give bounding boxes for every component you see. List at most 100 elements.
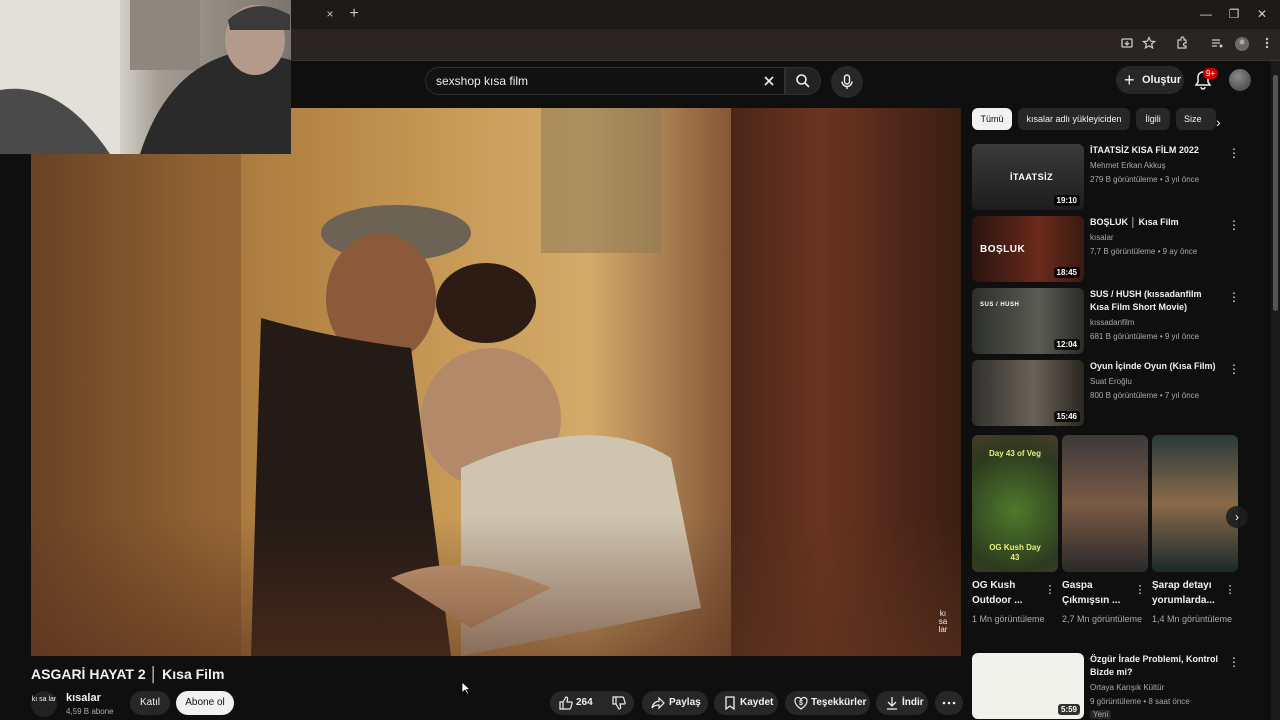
list-item[interactable]: 5:59 Özgür İrade Problemi, Kontrol Bizde… (972, 653, 1242, 719)
create-button[interactable]: + Oluştur (1116, 66, 1184, 94)
thanks-button[interactable]: $ Teşekkürler (785, 691, 870, 715)
channel-name[interactable]: kısalar (66, 692, 101, 704)
clear-search-icon[interactable] (760, 72, 778, 90)
maximize-icon[interactable]: ❐ (1224, 6, 1244, 22)
chip-for-you[interactable]: Size (1176, 108, 1216, 130)
short-title[interactable]: Gaspa Çıkmışsın ... (1062, 578, 1134, 608)
more-icon[interactable]: ⋮ (1044, 583, 1056, 596)
new-badge: Yeni (1090, 710, 1112, 719)
short-overlay-bottom: OG Kush Day 43 (989, 543, 1041, 562)
chevron-right-icon[interactable]: › (1226, 506, 1248, 528)
share-button[interactable]: Paylaş (642, 691, 708, 715)
tab-close-icon[interactable]: × (322, 6, 338, 22)
scrollbar-thumb[interactable] (1273, 75, 1278, 311)
browser-menu-icon[interactable] (1258, 36, 1276, 54)
webcam-person (0, 0, 291, 154)
list-item[interactable]: BOŞLUK 18:45 BOŞLUK │ Kısa Film kısalar … (972, 216, 1242, 282)
short-item[interactable]: Day 43 of Veg OG Kush Day 43 OG Kush Out… (972, 435, 1058, 624)
webcam-overlay (0, 0, 291, 154)
bookmark-star-icon[interactable] (1140, 36, 1158, 54)
video-title[interactable]: Özgür İrade Problemi, Kontrol Bizde mi? (1090, 653, 1222, 679)
channel-name[interactable]: Suat Eroğlu (1090, 377, 1132, 386)
download-button[interactable]: İndir (876, 691, 928, 715)
short-title[interactable]: Şarap detayı yorumlarda... (1152, 578, 1224, 608)
more-icon[interactable]: ⋮ (1228, 362, 1240, 376)
window-close-icon[interactable]: ✕ (1252, 6, 1272, 22)
more-icon[interactable]: ⋮ (1224, 583, 1236, 596)
save-button[interactable]: Kaydet (714, 691, 778, 715)
search-button[interactable] (785, 67, 821, 95)
save-label: Kaydet (740, 697, 774, 708)
video-thumbnail[interactable]: 15:46 (972, 360, 1084, 426)
short-title[interactable]: OG Kush Outdoor ... (972, 578, 1044, 608)
avatar[interactable] (1229, 69, 1251, 91)
create-label: Oluştur (1142, 74, 1182, 86)
list-item[interactable]: SUS / HUSH 12:04 SUS / HUSH (kıssadanfil… (972, 288, 1242, 354)
video-player[interactable]: kı sa lar (31, 108, 961, 656)
thanks-label: Teşekkürler (811, 697, 867, 708)
video-thumbnail[interactable]: İTAATSİZ 19:10 (972, 144, 1084, 210)
video-stats: 279 B görüntüleme • 3 yıl önce (1090, 175, 1200, 184)
more-icon[interactable]: ⋮ (1228, 146, 1240, 160)
video-thumbnail[interactable]: BOŞLUK 18:45 (972, 216, 1084, 282)
short-thumbnail[interactable] (1062, 435, 1148, 572)
voice-search-button[interactable] (831, 66, 863, 98)
duration-badge: 15:46 (1053, 411, 1080, 422)
join-button[interactable]: Katıl (130, 691, 170, 715)
shorts-shelf: Day 43 of Veg OG Kush Day 43 OG Kush Out… (972, 435, 1240, 640)
scrollbar[interactable] (1271, 61, 1280, 720)
new-tab-icon[interactable]: + (345, 5, 363, 23)
channel-name[interactable]: kısalar (1090, 233, 1114, 242)
notification-badge: 9+ (1203, 68, 1219, 79)
channel-name[interactable]: Mehmet Erkan Akkuş (1090, 161, 1166, 170)
filter-chips: Tümü kısalar adlı yükleyiciden İlgili Si… (972, 108, 1240, 130)
short-views: 2,7 Mn görüntüleme (1062, 614, 1143, 624)
video-title[interactable]: BOŞLUK │ Kısa Film (1090, 216, 1222, 229)
short-thumbnail[interactable] (1152, 435, 1238, 572)
minimize-icon[interactable]: — (1196, 6, 1216, 22)
dislike-button[interactable] (606, 691, 634, 715)
list-item[interactable]: İTAATSİZ 19:10 İTAATSİZ KISA FİLM 2022 M… (972, 144, 1242, 210)
media-controls-icon[interactable] (1208, 36, 1226, 54)
extensions-icon[interactable] (1173, 36, 1191, 54)
channel-name[interactable]: kıssadanfilm (1090, 318, 1134, 327)
video-watermark: kı sa lar (938, 609, 948, 634)
more-icon[interactable]: ⋮ (1134, 583, 1146, 596)
video-stats: 681 B görüntüleme • 9 yıl önce (1090, 332, 1200, 341)
mic-icon (841, 74, 853, 89)
short-item[interactable]: Şarap detayı yorumlarda... ⋮ 1,4 Mn görü… (1152, 435, 1238, 624)
chip-all[interactable]: Tümü (972, 108, 1012, 130)
more-icon[interactable]: ⋮ (1228, 655, 1240, 669)
chip-from-uploader[interactable]: kısalar adlı yükleyiciden (1018, 108, 1130, 130)
video-title[interactable]: İTAATSİZ KISA FİLM 2022 (1090, 144, 1222, 157)
video-frame-floor (31, 516, 961, 656)
video-title[interactable]: Oyun İçinde Oyun (Kısa Film) (1090, 360, 1222, 373)
chip-related[interactable]: İlgili (1136, 108, 1170, 130)
video-stats: 9 görüntüleme • 8 saat önce (1090, 697, 1190, 706)
short-item[interactable]: Gaspa Çıkmışsın ... ⋮ 2,7 Mn görüntüleme (1062, 435, 1148, 624)
duration-badge: 19:10 (1053, 195, 1080, 206)
more-actions-button[interactable] (935, 691, 963, 715)
more-icon[interactable]: ⋮ (1228, 290, 1240, 304)
channel-name[interactable]: Ortaya Karışık Kültür (1090, 683, 1164, 692)
search-icon (796, 74, 810, 88)
more-icon (942, 701, 956, 705)
install-app-icon[interactable] (1118, 36, 1136, 54)
duration-badge: 18:45 (1053, 267, 1080, 278)
subscribe-button[interactable]: Abone ol (176, 691, 234, 715)
video-thumbnail[interactable]: 5:59 (972, 653, 1084, 719)
short-thumbnail[interactable]: Day 43 of Veg OG Kush Day 43 (972, 435, 1058, 572)
search-input[interactable]: sexshop kısa film (425, 67, 785, 95)
download-label: İndir (902, 697, 924, 708)
thumbnail-text: BOŞLUK (980, 244, 1026, 255)
duration-badge: 12:04 (1053, 339, 1080, 350)
profile-icon[interactable] (1233, 36, 1251, 54)
more-icon[interactable]: ⋮ (1228, 218, 1240, 232)
video-thumbnail[interactable]: SUS / HUSH 12:04 (972, 288, 1084, 354)
channel-avatar[interactable]: kı sa lar (31, 691, 57, 717)
video-title[interactable]: SUS / HUSH (kıssadanfilm Kısa Film Short… (1090, 288, 1222, 314)
chevron-right-icon[interactable]: › (1216, 114, 1230, 130)
video-stats: 7,7 B görüntüleme • 9 ay önce (1090, 247, 1198, 256)
search-query[interactable]: sexshop kısa film (436, 74, 528, 88)
list-item[interactable]: 15:46 Oyun İçinde Oyun (Kısa Film) Suat … (972, 360, 1242, 426)
